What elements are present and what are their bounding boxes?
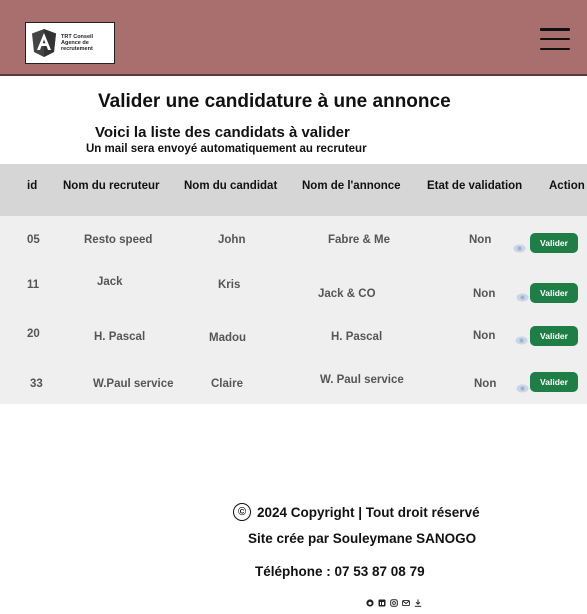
- hamburger-menu-icon[interactable]: [540, 28, 570, 50]
- github-icon[interactable]: [366, 599, 374, 607]
- copyright-text: 2024 Copyright | Tout droit réservé: [257, 504, 480, 520]
- cell-id: 33: [30, 378, 43, 390]
- menu-bar: [540, 28, 570, 31]
- column-header-recruiter: Nom du recruteur: [63, 180, 160, 192]
- validate-button[interactable]: Valider: [530, 326, 578, 346]
- cell-status: Non: [474, 378, 497, 390]
- cell-candidate: Claire: [211, 378, 243, 390]
- social-links: [366, 599, 422, 607]
- cell-id: 05: [27, 234, 40, 246]
- copyright-icon: ©: [233, 503, 251, 521]
- eye-icon[interactable]: [516, 384, 529, 393]
- cell-offer: W. Paul service: [320, 374, 404, 386]
- cell-id: 20: [27, 328, 40, 340]
- footer-phone: Téléphone : 07 53 87 08 79: [255, 564, 425, 579]
- cell-status: Non: [473, 288, 496, 300]
- cell-offer: H. Pascal: [331, 331, 383, 343]
- menu-bar: [540, 47, 570, 50]
- column-header-candidate: Nom du candidat: [184, 180, 278, 192]
- eye-icon[interactable]: [516, 293, 529, 302]
- cell-status: Non: [473, 330, 496, 342]
- cell-id: 11: [27, 279, 40, 291]
- eye-icon[interactable]: [513, 244, 526, 253]
- eye-icon[interactable]: [515, 336, 528, 345]
- cell-offer: Jack & CO: [318, 288, 376, 300]
- footer-credit: Site crée par Souleymane SANOGO: [248, 531, 477, 546]
- cell-candidate: Madou: [209, 332, 247, 344]
- validate-button[interactable]: Valider: [530, 283, 578, 303]
- cell-offer: Fabre & Me: [328, 234, 390, 246]
- page-subtitle: Voici la liste des candidats à valider: [95, 124, 350, 141]
- linkedin-icon[interactable]: [378, 599, 386, 607]
- validate-button[interactable]: Valider: [530, 372, 578, 392]
- footer-copyright: © 2024 Copyright | Tout droit réservé: [233, 503, 480, 521]
- angular-logo-icon: [32, 29, 56, 57]
- page-title: Valider une candidature à une annonce: [98, 91, 451, 112]
- cell-candidate: Kris: [218, 279, 241, 291]
- cell-recruiter: W.Paul service: [93, 378, 174, 390]
- cell-recruiter: Jack: [97, 276, 123, 288]
- cell-recruiter: H. Pascal: [94, 331, 146, 343]
- column-header-status: Etat de validation: [427, 180, 523, 192]
- cell-recruiter: Resto speed: [84, 234, 153, 246]
- cell-status: Non: [469, 234, 492, 246]
- validate-button[interactable]: Valider: [530, 233, 578, 253]
- download-icon[interactable]: [414, 599, 422, 607]
- instagram-icon[interactable]: [390, 599, 398, 607]
- site-header: TRT Conseil Agence de recrutement: [0, 0, 587, 76]
- column-header-action: Action: [549, 180, 585, 192]
- column-header-id: id: [27, 180, 38, 192]
- cell-candidate: John: [218, 234, 246, 246]
- logo-line: recrutement: [61, 46, 93, 52]
- logo[interactable]: TRT Conseil Agence de recrutement: [25, 22, 115, 64]
- logo-text: TRT Conseil Agence de recrutement: [61, 34, 93, 52]
- column-header-offer: Nom de l'annonce: [302, 180, 401, 192]
- mail-icon[interactable]: [402, 599, 410, 607]
- page-note: Un mail sera envoyé automatiquement au r…: [86, 143, 367, 155]
- table-header: id Nom du recruteur Nom du candidat Nom …: [0, 164, 587, 216]
- menu-bar: [540, 37, 570, 41]
- table-body: 05 Resto speed John Fabre & Me Non Valid…: [0, 216, 587, 404]
